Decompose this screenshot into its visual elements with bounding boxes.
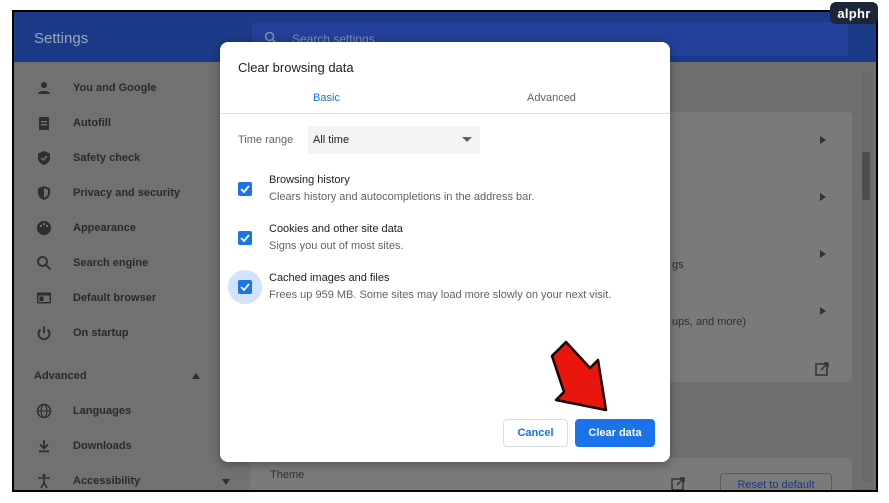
- globe-icon: [36, 403, 52, 419]
- app-title: Settings: [34, 30, 89, 47]
- option-cached-images[interactable]: Cached images and files Frees up 959 MB.…: [220, 268, 670, 308]
- tab-basic[interactable]: Basic: [313, 92, 340, 104]
- clear-data-button[interactable]: Clear data: [575, 419, 655, 447]
- sidebar-item-label: On startup: [73, 327, 129, 339]
- page-scroll-thumb[interactable]: [862, 152, 870, 200]
- page-scrollbar[interactable]: [862, 72, 872, 482]
- checkbox-checked-icon[interactable]: [238, 231, 252, 245]
- accessibility-icon: [38, 473, 50, 489]
- sidebar-item-you-and-google[interactable]: You and Google: [14, 74, 250, 102]
- sidebar-item-accessibility[interactable]: Accessibility: [14, 467, 250, 490]
- sidebar-item-label: Languages: [73, 405, 132, 417]
- sidebar-item-label: Downloads: [73, 440, 132, 452]
- sidebar-item-appearance[interactable]: Appearance: [14, 214, 250, 242]
- sidebar-item-on-startup[interactable]: On startup: [14, 319, 250, 347]
- sidebar-item-label: You and Google: [73, 82, 157, 94]
- shield-check-icon: [38, 151, 50, 165]
- row-text-fragment: ups, and more): [672, 316, 746, 328]
- sidebar-item-label: Safety check: [73, 152, 141, 164]
- row-text-fragment: gs: [672, 259, 684, 271]
- tab-advanced[interactable]: Advanced: [527, 92, 576, 104]
- sidebar-item-label: Autofill: [73, 117, 111, 129]
- checkbox-checked-icon[interactable]: [238, 182, 252, 196]
- time-range-value: All time: [313, 134, 350, 146]
- sidebar-item-safety-check[interactable]: Safety check: [14, 144, 250, 172]
- sidebar-item-default-browser[interactable]: Default browser: [14, 284, 250, 312]
- open-external-icon[interactable]: [671, 477, 685, 491]
- chevron-up-icon[interactable]: [192, 373, 200, 379]
- theme-label: Theme: [270, 469, 305, 481]
- sidebar-item-label: Default browser: [73, 292, 157, 304]
- tab-divider: [220, 113, 670, 114]
- time-range-select[interactable]: All time: [308, 126, 480, 154]
- checkbox-ripple: [228, 221, 262, 255]
- sidebar-item-search-engine[interactable]: Search engine: [14, 249, 250, 277]
- sidebar-item-privacy[interactable]: Privacy and security: [14, 179, 250, 207]
- sidebar-item-label: Privacy and security: [73, 187, 181, 199]
- checkbox-ripple: [228, 172, 262, 206]
- search-icon: [37, 256, 52, 271]
- chevron-right-icon[interactable]: [820, 250, 826, 258]
- option-title: Browsing history: [269, 174, 350, 186]
- sidebar-item-downloads[interactable]: Downloads: [14, 432, 250, 460]
- dropdown-arrow-icon: [462, 137, 472, 142]
- checkbox-checked-icon[interactable]: [238, 280, 252, 294]
- person-icon: [38, 82, 50, 94]
- checkbox-focus-ripple: [228, 270, 262, 304]
- open-external-icon[interactable]: [815, 362, 829, 376]
- shield-icon: [38, 186, 50, 200]
- option-description: Signs you out of most sites.: [269, 240, 404, 252]
- browser-icon: [37, 292, 51, 304]
- reset-to-default-button[interactable]: Reset to default: [720, 473, 832, 490]
- download-icon: [39, 440, 49, 453]
- sidebar-scroll-down-icon[interactable]: [222, 479, 230, 485]
- sidebar-item-label: Accessibility: [73, 475, 141, 487]
- red-arrow-annotation: [550, 340, 608, 412]
- chevron-right-icon[interactable]: [820, 307, 826, 315]
- palette-icon: [37, 221, 51, 235]
- sidebar-advanced-header[interactable]: Advanced: [34, 370, 87, 382]
- sidebar-item-label: Appearance: [73, 222, 136, 234]
- sidebar-item-label: Search engine: [73, 257, 149, 269]
- option-description: Clears history and autocompletions in th…: [269, 191, 535, 203]
- option-title: Cached images and files: [269, 272, 390, 284]
- sidebar-item-autofill[interactable]: Autofill: [14, 109, 250, 137]
- dialog-title: Clear browsing data: [238, 60, 354, 75]
- sidebar: You and Google Autofill Safety check Pri…: [14, 62, 250, 490]
- time-range-label: Time range: [238, 134, 294, 146]
- alphr-logo: alphr: [830, 2, 878, 24]
- option-cookies[interactable]: Cookies and other site data Signs you ou…: [220, 219, 670, 259]
- power-icon: [37, 326, 51, 341]
- option-title: Cookies and other site data: [269, 223, 403, 235]
- chevron-right-icon[interactable]: [820, 193, 826, 201]
- option-description: Frees up 959 MB. Some sites may load mor…: [269, 289, 612, 301]
- clipboard-icon: [39, 117, 49, 130]
- chevron-right-icon[interactable]: [820, 136, 826, 144]
- option-browsing-history[interactable]: Browsing history Clears history and auto…: [220, 170, 670, 210]
- sidebar-item-languages[interactable]: Languages: [14, 397, 250, 425]
- cancel-button[interactable]: Cancel: [503, 419, 568, 447]
